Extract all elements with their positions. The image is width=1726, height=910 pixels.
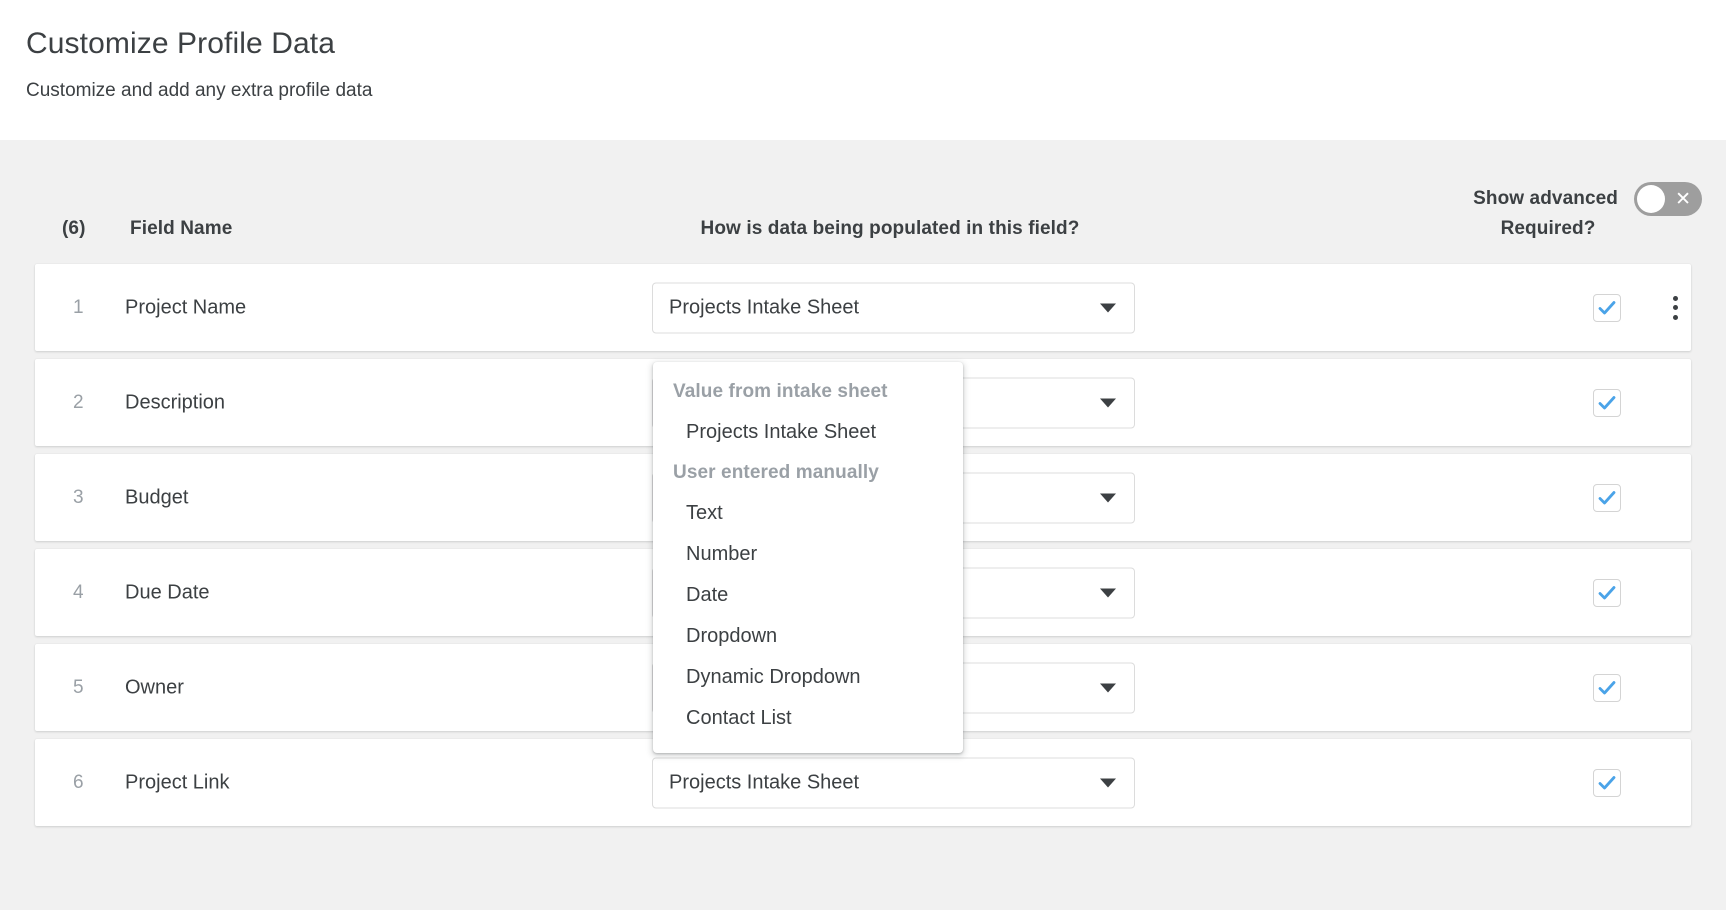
required-checkbox[interactable] <box>1593 483 1621 512</box>
chevron-down-icon <box>1100 683 1116 692</box>
toggle-knob <box>1637 185 1665 213</box>
column-header-field-name: Field Name <box>130 218 233 239</box>
column-header-populated: How is data being populated in this fiel… <box>700 218 1080 239</box>
menu-item-number[interactable]: Number <box>653 534 963 575</box>
show-advanced-control: Show advanced ✕ <box>1473 182 1702 216</box>
row-field-name: Project Name <box>125 296 247 318</box>
check-icon <box>1598 680 1616 694</box>
row-index: 5 <box>73 676 84 698</box>
chevron-down-icon <box>1100 588 1116 597</box>
page-header: Customize Profile Data Customize and add… <box>0 0 1726 140</box>
row-index: 2 <box>73 391 84 413</box>
data-source-select-value: Projects Intake Sheet <box>669 771 860 793</box>
required-checkbox[interactable] <box>1593 578 1621 607</box>
row-field-name: Project Link <box>125 771 230 793</box>
check-icon <box>1598 585 1616 599</box>
row-index: 3 <box>73 486 84 508</box>
menu-item-text[interactable]: Text <box>653 493 963 534</box>
column-header-required: Required? <box>1500 218 1596 239</box>
menu-item-projects-intake-sheet[interactable]: Projects Intake Sheet <box>653 412 963 453</box>
chevron-down-icon <box>1100 398 1116 407</box>
row-options-menu-button[interactable] <box>1663 293 1687 323</box>
required-checkbox[interactable] <box>1593 673 1621 702</box>
check-icon <box>1598 490 1616 504</box>
row-field-name: Description <box>125 391 226 413</box>
menu-group-label-manual: User entered manually <box>673 462 879 483</box>
chevron-down-icon <box>1100 303 1116 312</box>
dot-icon <box>1672 314 1678 320</box>
required-checkbox[interactable] <box>1593 768 1621 797</box>
close-icon: ✕ <box>1675 188 1691 210</box>
check-icon <box>1598 300 1616 314</box>
required-checkbox[interactable] <box>1593 293 1621 322</box>
show-advanced-toggle[interactable]: ✕ <box>1634 182 1702 216</box>
menu-item-date[interactable]: Date <box>653 575 963 616</box>
check-icon <box>1598 775 1616 789</box>
customize-profile-data-page: Customize Profile Data Customize and add… <box>0 0 1726 910</box>
dot-icon <box>1672 295 1678 301</box>
data-source-select[interactable]: Projects Intake Sheet <box>652 282 1135 333</box>
page-title: Customize Profile Data <box>26 27 335 60</box>
page-subtitle: Customize and add any extra profile data <box>26 80 373 101</box>
required-checkbox[interactable] <box>1593 388 1621 417</box>
field-count-label: (6) <box>62 218 86 239</box>
row-field-name: Budget <box>125 486 189 508</box>
chevron-down-icon <box>1100 493 1116 502</box>
row-index: 4 <box>73 581 84 603</box>
show-advanced-label: Show advanced <box>1473 188 1618 209</box>
menu-item-contact-list[interactable]: Contact List <box>653 698 963 739</box>
menu-item-dynamic-dropdown[interactable]: Dynamic Dropdown <box>653 657 963 698</box>
row-index: 1 <box>73 296 84 318</box>
data-source-select-value: Projects Intake Sheet <box>669 296 860 318</box>
table-row: 1 Project Name Projects Intake Sheet <box>35 264 1691 351</box>
data-source-select[interactable]: Projects Intake Sheet <box>652 757 1135 808</box>
row-field-name: Due Date <box>125 581 210 603</box>
data-source-dropdown-menu: Value from intake sheet Projects Intake … <box>653 362 963 753</box>
row-index: 6 <box>73 771 84 793</box>
check-icon <box>1598 395 1616 409</box>
menu-group-label-intake: Value from intake sheet <box>673 381 888 402</box>
menu-item-dropdown[interactable]: Dropdown <box>653 616 963 657</box>
row-field-name: Owner <box>125 676 184 698</box>
dot-icon <box>1672 305 1678 310</box>
table-header-row: (6) Field Name How is data being populat… <box>0 218 1726 260</box>
chevron-down-icon <box>1100 778 1116 787</box>
